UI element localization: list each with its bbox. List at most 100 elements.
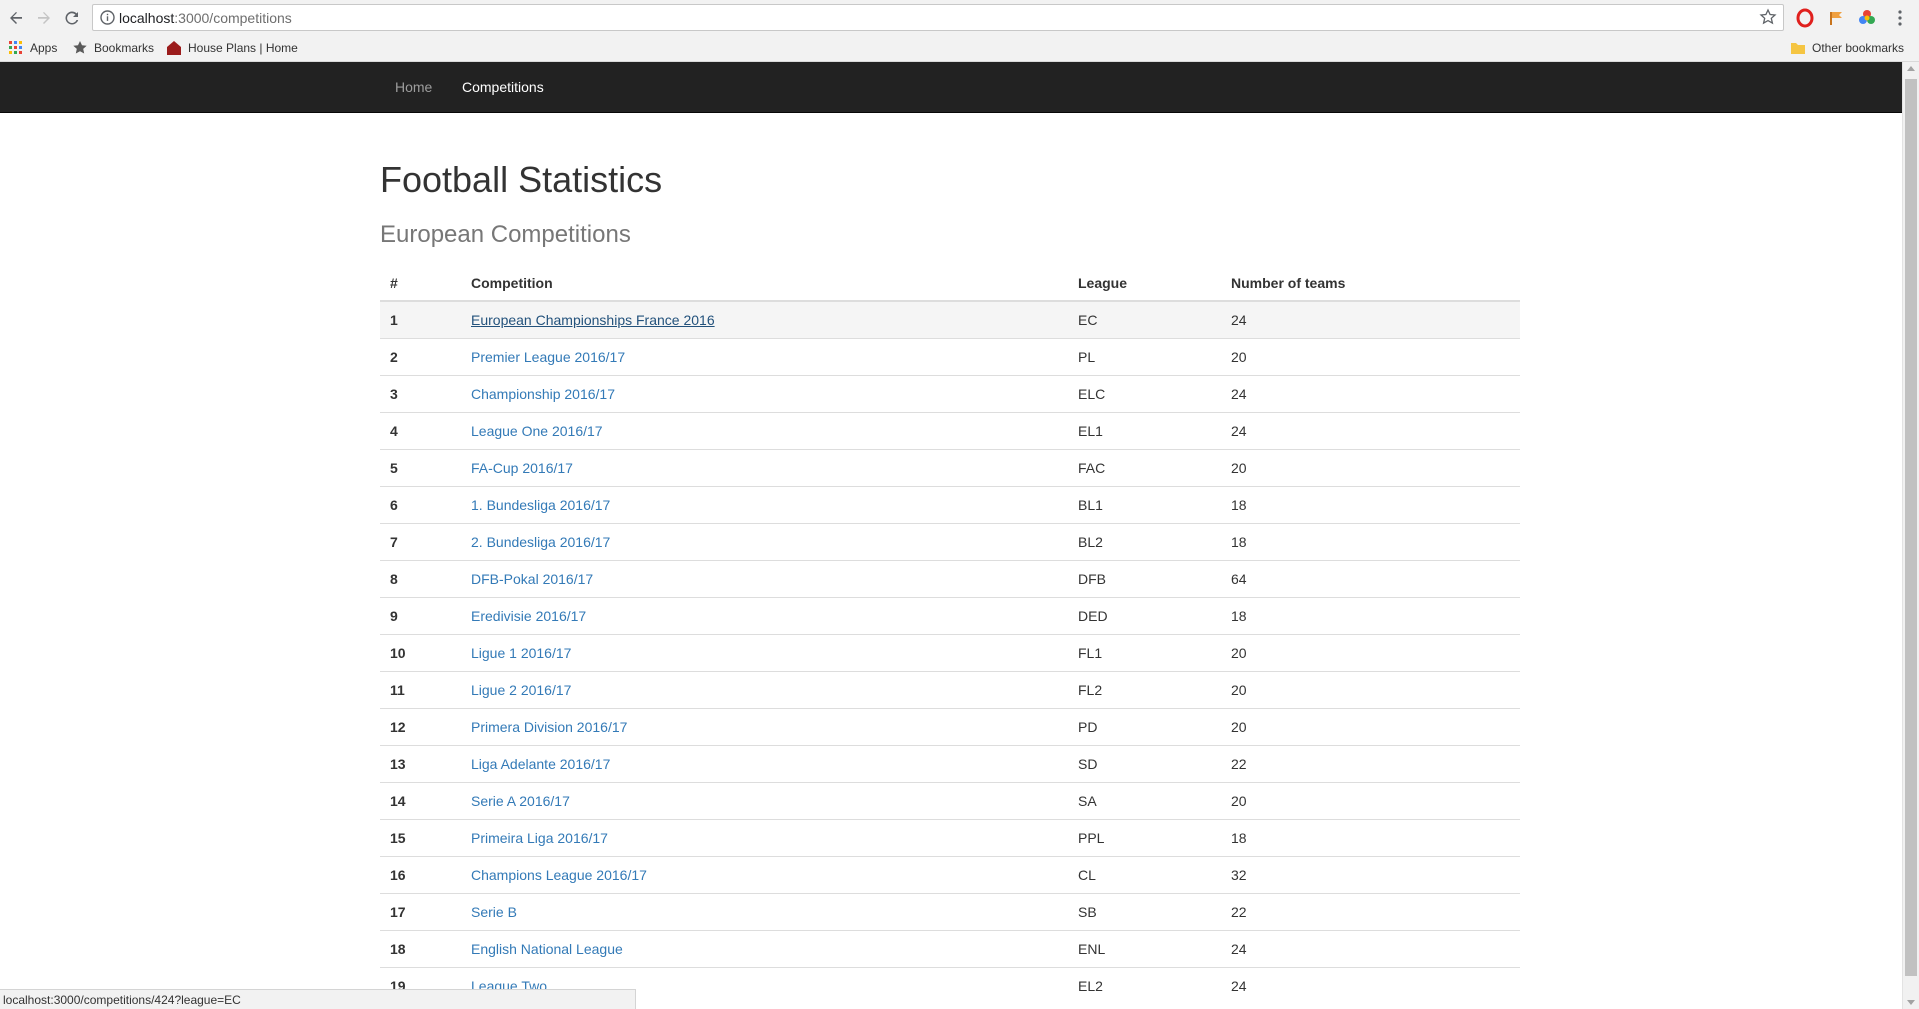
competition-link[interactable]: Eredivisie 2016/17 [471, 608, 586, 624]
bookmark-apps[interactable]: Apps [8, 40, 57, 56]
row-teams: 24 [1221, 375, 1520, 413]
competition-link[interactable]: Premier League 2016/17 [471, 349, 625, 365]
table-row: 12 Primera Division 2016/17 PD 20 [380, 708, 1520, 746]
row-teams: 18 [1221, 819, 1520, 857]
row-number: 13 [380, 745, 461, 783]
competition-link[interactable]: Ligue 2 2016/17 [471, 682, 571, 698]
row-teams: 20 [1221, 449, 1520, 487]
row-teams: 20 [1221, 708, 1520, 746]
apps-grid-icon [9, 41, 22, 54]
row-teams: 20 [1221, 634, 1520, 672]
row-teams: 24 [1221, 930, 1520, 968]
competition-link[interactable]: DFB-Pokal 2016/17 [471, 571, 593, 587]
page-subtitle: European Competitions [380, 221, 631, 248]
row-competition: Serie A 2016/17 [461, 782, 1068, 820]
bookmark-bookmarks[interactable]: Bookmarks [72, 40, 154, 56]
reload-icon [65, 11, 79, 25]
row-competition: Ligue 1 2016/17 [461, 634, 1068, 672]
color-wheel-extension-icon[interactable] [1857, 8, 1877, 28]
row-league: DFB [1068, 560, 1221, 598]
app-navbar: Home Competitions [0, 62, 1902, 113]
page-viewport: Home Competitions Football Statistics Eu… [0, 62, 1902, 1009]
scrollbar-thumb[interactable] [1905, 79, 1917, 976]
row-number: 11 [380, 671, 461, 709]
column-header-number: # [380, 266, 461, 302]
row-competition: 1. Bundesliga 2016/17 [461, 486, 1068, 524]
row-competition: Premier League 2016/17 [461, 338, 1068, 376]
bookmark-star-icon[interactable] [1759, 8, 1777, 26]
row-league: SB [1068, 893, 1221, 931]
row-number: 4 [380, 412, 461, 450]
nav-competitions-link[interactable]: Competitions [462, 79, 544, 95]
row-league: BL2 [1068, 523, 1221, 561]
competition-link[interactable]: Serie A 2016/17 [471, 793, 570, 809]
url-host: localhost [119, 10, 175, 26]
row-league: FL1 [1068, 634, 1221, 672]
row-league: ENL [1068, 930, 1221, 968]
folder-icon [1791, 43, 1805, 54]
row-number: 1 [380, 301, 461, 339]
nav-home-link[interactable]: Home [395, 79, 432, 95]
competition-link[interactable]: Primera Division 2016/17 [471, 719, 627, 735]
bookmark-other[interactable]: Other bookmarks [1790, 40, 1904, 56]
competition-link[interactable]: Primeira Liga 2016/17 [471, 830, 608, 846]
info-icon[interactable] [99, 9, 116, 26]
row-teams: 24 [1221, 412, 1520, 450]
competition-link[interactable]: English National League [471, 941, 623, 957]
row-league: FAC [1068, 449, 1221, 487]
competition-link[interactable]: Ligue 1 2016/17 [471, 645, 571, 661]
column-header-competition: Competition [461, 266, 1068, 302]
scroll-down-arrow[interactable] [1907, 1000, 1915, 1005]
row-number: 18 [380, 930, 461, 968]
table-row: 1 European Championships France 2016 EC 24 [380, 301, 1520, 339]
bookmark-bookmarks-label: Bookmarks [94, 41, 155, 55]
table-row: 13 Liga Adelante 2016/17 SD 22 [380, 745, 1520, 783]
row-competition: Championship 2016/17 [461, 375, 1068, 413]
forward-button[interactable] [32, 6, 56, 30]
competition-link[interactable]: Championship 2016/17 [471, 386, 615, 402]
row-teams: 18 [1221, 523, 1520, 561]
table-row: 9 Eredivisie 2016/17 DED 18 [380, 597, 1520, 635]
more-menu-icon[interactable] [1890, 8, 1910, 28]
row-number: 5 [380, 449, 461, 487]
address-bar[interactable]: localhost:3000/competitions [92, 4, 1784, 31]
reload-button[interactable] [60, 6, 84, 30]
row-number: 6 [380, 486, 461, 524]
table-row: 18 English National League ENL 24 [380, 930, 1520, 968]
flag-extension-icon[interactable] [1826, 8, 1846, 28]
table-row: 4 League One 2016/17 EL1 24 [380, 412, 1520, 450]
row-competition: Primeira Liga 2016/17 [461, 819, 1068, 857]
row-teams: 22 [1221, 745, 1520, 783]
row-competition: 2. Bundesliga 2016/17 [461, 523, 1068, 561]
page-title: Football Statistics [380, 159, 663, 200]
page-scrollbar[interactable] [1902, 62, 1919, 1009]
row-teams: 64 [1221, 560, 1520, 598]
competition-link[interactable]: Serie B [471, 904, 517, 920]
row-competition: FA-Cup 2016/17 [461, 449, 1068, 487]
competition-link[interactable]: League One 2016/17 [471, 423, 603, 439]
competition-link[interactable]: European Championships France 2016 [471, 312, 715, 328]
back-button[interactable] [4, 6, 28, 30]
scroll-up-arrow[interactable] [1907, 66, 1915, 71]
bookmark-house-plans[interactable]: House Plans | Home [166, 40, 298, 56]
row-teams: 20 [1221, 338, 1520, 376]
row-competition: English National League [461, 930, 1068, 968]
arrow-left-icon [10, 12, 22, 24]
url-text: localhost:3000/competitions [119, 10, 292, 26]
column-header-teams: Number of teams [1221, 266, 1520, 302]
row-number: 14 [380, 782, 461, 820]
table-row: 11 Ligue 2 2016/17 FL2 20 [380, 671, 1520, 709]
row-competition: DFB-Pokal 2016/17 [461, 560, 1068, 598]
competition-link[interactable]: 1. Bundesliga 2016/17 [471, 497, 610, 513]
competition-link[interactable]: Liga Adelante 2016/17 [471, 756, 610, 772]
opera-extension-icon[interactable] [1795, 8, 1815, 28]
row-competition: European Championships France 2016 [461, 301, 1068, 339]
competition-link[interactable]: Champions League 2016/17 [471, 867, 647, 883]
row-competition: Champions League 2016/17 [461, 856, 1068, 894]
table-row: 14 Serie A 2016/17 SA 20 [380, 782, 1520, 820]
bookmark-house-plans-label: House Plans | Home [188, 41, 298, 55]
competition-link[interactable]: 2. Bundesliga 2016/17 [471, 534, 610, 550]
competition-link[interactable]: FA-Cup 2016/17 [471, 460, 573, 476]
row-competition: League One 2016/17 [461, 412, 1068, 450]
row-competition: Eredivisie 2016/17 [461, 597, 1068, 635]
